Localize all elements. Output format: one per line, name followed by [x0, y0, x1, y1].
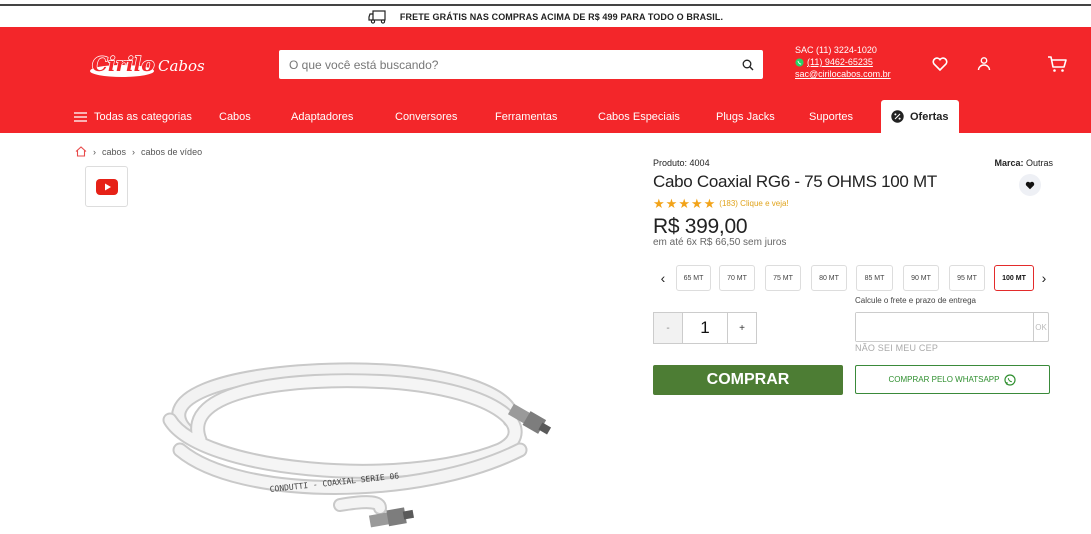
promo-text: FRETE GRÁTIS NAS COMPRAS ACIMA DE R$ 499…: [399, 11, 724, 22]
breadcrumb-cabos-de-video[interactable]: cabos de vídeo: [141, 147, 202, 157]
breadcrumb-separator: ›: [93, 146, 96, 157]
cep-form: OK: [855, 312, 1049, 342]
star-icon: ★: [678, 196, 690, 211]
product-title: Cabo Coaxial RG6 - 75 OHMS 100 MT: [653, 172, 937, 191]
site-logo[interactable]: Cirilo Cabos: [86, 49, 212, 81]
truck-icon: [368, 9, 386, 24]
all-categories-label: Todas as categorias: [94, 110, 192, 123]
sac-contact: SAC (11) 3224-1020 (11) 9462-65235 sac@c…: [795, 44, 891, 80]
quantity-value[interactable]: 1: [683, 312, 727, 344]
search-icon: [742, 59, 754, 70]
ofertas-label: Ofertas: [910, 110, 949, 123]
nav-item-suportes[interactable]: Suportes: [809, 100, 853, 133]
svg-text:Cirilo: Cirilo: [92, 52, 155, 76]
search-input[interactable]: [279, 50, 733, 79]
product-brand: Marca: Outras: [994, 158, 1053, 168]
cart-button[interactable]: [1046, 53, 1068, 75]
star-icon: ★: [665, 196, 678, 211]
search-button[interactable]: [733, 50, 763, 79]
quantity-stepper: - 1 +: [653, 312, 757, 344]
search-bar: [279, 50, 763, 79]
cep-input[interactable]: [856, 313, 1033, 341]
nav-item-adaptadores[interactable]: Adaptadores: [291, 100, 353, 133]
size-option-75[interactable]: 75 MT: [765, 265, 801, 291]
brand-value: Outras: [1025, 158, 1053, 168]
nav-item-ofertas[interactable]: Ofertas: [881, 100, 959, 133]
buy-button[interactable]: COMPRAR: [653, 365, 843, 395]
video-thumbnail[interactable]: [85, 166, 128, 207]
youtube-play-icon: [95, 178, 118, 195]
nav-item-conversores[interactable]: Conversores: [395, 100, 457, 133]
favorite-button[interactable]: [1019, 174, 1041, 196]
heart-icon: [932, 57, 948, 71]
whatsapp-link[interactable]: (11) 9462-65235: [795, 56, 891, 68]
quantity-increase-button[interactable]: +: [727, 312, 757, 344]
nav-item-cabos[interactable]: Cabos: [219, 100, 251, 133]
size-selector: ‹ 65 MT 70 MT 75 MT 80 MT 85 MT 90 MT 95…: [653, 265, 1053, 291]
whatsapp-number: (11) 9462-65235: [807, 57, 873, 67]
hamburger-icon: [74, 111, 87, 122]
no-cep-link[interactable]: NÃO SEI MEU CEP: [855, 343, 938, 353]
installments: em até 6x R$ 66,50 sem juros: [653, 237, 787, 248]
home-icon[interactable]: [75, 146, 87, 157]
cep-ok-button[interactable]: OK: [1033, 313, 1048, 341]
rating[interactable]: ★ ★ ★ ★ ★ (183) Clique e veja!: [653, 197, 1053, 210]
product-code-label: Produto:: [653, 158, 688, 168]
breadcrumb-separator: ›: [132, 146, 136, 157]
product-price: R$ 399,00: [653, 215, 748, 238]
freight-label: Calcule o frete e prazo de entrega: [855, 296, 976, 305]
size-option-100[interactable]: 100 MT: [994, 265, 1034, 291]
cart-icon: [1048, 56, 1067, 72]
reviews-link[interactable]: (183) Clique e veja!: [719, 199, 788, 208]
product-image: CONDUTTI - COAXIAL SERIE 06: [162, 362, 552, 528]
size-option-65[interactable]: 65 MT: [676, 265, 711, 291]
size-prev-button[interactable]: ‹: [655, 265, 671, 291]
product-info: Produto: 4004 Marca: Outras Cabo Coaxial…: [653, 158, 1053, 248]
buy-whatsapp-label: COMPRAR PELO WHATSAPP: [888, 375, 1000, 384]
buy-whatsapp-button[interactable]: COMPRAR PELO WHATSAPP: [855, 365, 1050, 394]
promo-bar: FRETE GRÁTIS NAS COMPRAS ACIMA DE R$ 499…: [0, 6, 1091, 27]
header: Cirilo Cabos SAC (11) 3224-1020 (11) 946…: [0, 27, 1091, 133]
whatsapp-icon: [1004, 373, 1017, 386]
size-option-90[interactable]: 90 MT: [903, 265, 939, 291]
nav-item-plugs-jacks[interactable]: Plugs Jacks: [716, 100, 775, 133]
whatsapp-icon: [795, 57, 804, 67]
star-icon: ★: [703, 196, 716, 211]
category-nav: Todas as categorias Cabos Adaptadores Co…: [0, 100, 1091, 133]
email-link[interactable]: sac@cirilocabos.com.br: [795, 68, 891, 80]
user-icon: [977, 57, 991, 71]
nav-item-ferramentas[interactable]: Ferramentas: [495, 100, 557, 133]
sac-phone: SAC (11) 3224-1020: [795, 45, 877, 55]
size-option-95[interactable]: 95 MT: [949, 265, 985, 291]
all-categories-menu[interactable]: Todas as categorias: [74, 100, 192, 133]
product-code: Produto: 4004: [653, 158, 1053, 168]
nav-item-cabos-especiais[interactable]: Cabos Especiais: [598, 100, 680, 133]
size-next-button[interactable]: ›: [1036, 265, 1052, 291]
star-icon: ★: [653, 196, 665, 211]
size-option-85[interactable]: 85 MT: [856, 265, 893, 291]
breadcrumb: › cabos › cabos de vídeo: [75, 146, 202, 157]
heart-filled-icon: [1025, 181, 1035, 189]
product-code-value: 4004: [689, 158, 710, 168]
svg-text:Cabos: Cabos: [158, 57, 205, 75]
breadcrumb-cabos[interactable]: cabos: [102, 147, 126, 157]
quantity-decrease-button[interactable]: -: [653, 312, 683, 344]
discount-badge-icon: [891, 110, 904, 123]
account-button[interactable]: [973, 53, 995, 75]
size-option-70[interactable]: 70 MT: [719, 265, 755, 291]
star-icon: ★: [690, 196, 703, 211]
size-option-80[interactable]: 80 MT: [811, 265, 847, 291]
brand-label: Marca:: [994, 158, 1024, 168]
wishlist-button[interactable]: [929, 53, 951, 75]
